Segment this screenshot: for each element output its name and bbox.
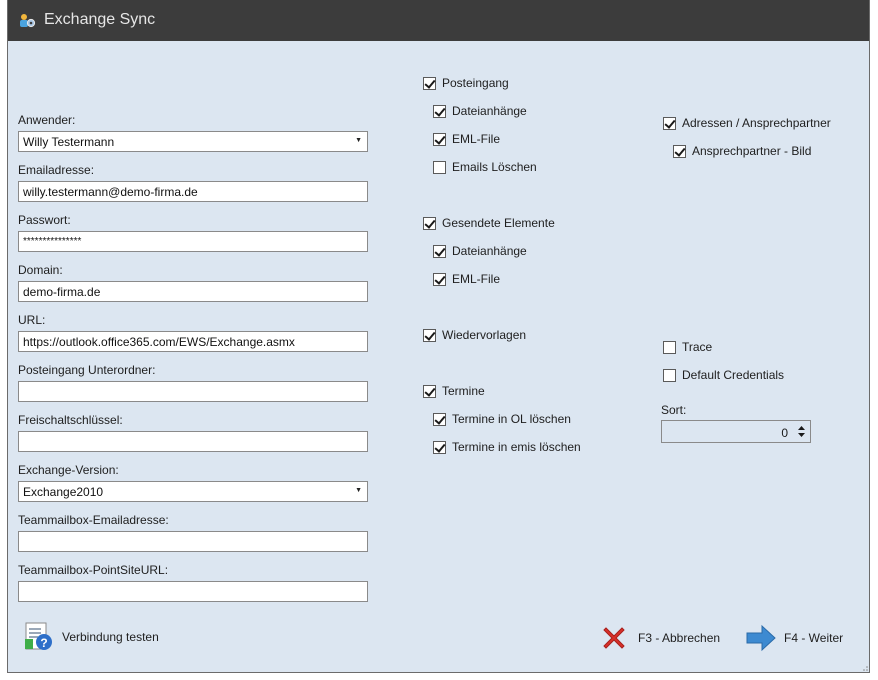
checkbox-box[interactable] xyxy=(433,104,446,118)
team-mailbox-url-label: Teammailbox-PointSiteURL: xyxy=(18,563,169,577)
team-mailbox-url-field[interactable] xyxy=(18,581,368,602)
sent-eml-label: EML-File xyxy=(452,272,501,286)
checkbox-box[interactable] xyxy=(433,412,446,426)
email-field[interactable]: willy.testermann@demo-firma.de xyxy=(18,181,368,202)
appointments-label: Termine xyxy=(442,384,485,398)
sent-attachments-checkbox[interactable]: Dateianhänge xyxy=(433,243,527,259)
license-key-label: Freischaltschlüssel: xyxy=(18,413,123,427)
window-title: Exchange Sync xyxy=(44,11,156,28)
team-mailbox-email-field[interactable] xyxy=(18,531,368,552)
inbox-attachments-label: Dateianhänge xyxy=(452,104,527,118)
next-label: F4 - Weiter xyxy=(784,631,844,645)
resize-grip-icon[interactable] xyxy=(859,662,869,672)
followups-label: Wiedervorlagen xyxy=(442,328,527,342)
team-mailbox-email-label: Teammailbox-Emailadresse: xyxy=(18,513,169,527)
checkbox-box[interactable] xyxy=(423,76,436,90)
test-connection-label: Verbindung testen xyxy=(62,630,159,644)
sent-label: Gesendete Elemente xyxy=(442,216,555,230)
exchange-version-select[interactable]: Exchange2010 xyxy=(18,481,368,502)
checkbox-box[interactable] xyxy=(433,244,446,258)
close-x-icon xyxy=(603,627,625,649)
addresses-checkbox[interactable]: Adressen / Ansprechpartner xyxy=(663,115,831,131)
appointments-checkbox[interactable]: Termine xyxy=(423,383,485,399)
user-select[interactable]: Willy Testermann xyxy=(18,131,368,152)
domain-label: Domain: xyxy=(18,263,63,277)
inbox-attachments-checkbox[interactable]: Dateianhänge xyxy=(433,103,527,119)
next-button[interactable]: F4 - Weiter xyxy=(746,624,843,652)
inbox-eml-label: EML-File xyxy=(452,132,501,146)
appt-delete-ol-checkbox[interactable]: Termine in OL löschen xyxy=(433,411,571,427)
appt-delete-emis-label: Termine in emis löschen xyxy=(452,440,581,454)
checkbox-box[interactable] xyxy=(433,440,446,454)
test-connection-button[interactable]: ? Verbindung testen xyxy=(22,620,159,654)
cancel-label: F3 - Abbrechen xyxy=(638,631,721,645)
checkbox-box[interactable] xyxy=(673,144,686,158)
password-label: Passwort: xyxy=(18,213,71,227)
appt-delete-emis-checkbox[interactable]: Termine in emis löschen xyxy=(433,439,581,455)
checkbox-box[interactable] xyxy=(433,272,446,286)
domain-field[interactable]: demo-firma.de xyxy=(18,281,368,302)
inbox-eml-checkbox[interactable]: EML-File xyxy=(433,131,500,147)
default-credentials-checkbox[interactable]: Default Credentials xyxy=(663,367,784,383)
inbox-subfolder-label: Posteingang Unterordner: xyxy=(18,363,156,377)
password-field[interactable]: *************** xyxy=(18,231,368,252)
checkbox-box[interactable] xyxy=(423,328,436,342)
sent-attachments-label: Dateianhänge xyxy=(452,244,527,258)
trace-label: Trace xyxy=(682,340,713,354)
checkbox-box[interactable] xyxy=(663,368,676,382)
inbox-delete-label: Emails Löschen xyxy=(452,160,537,174)
default-credentials-label: Default Credentials xyxy=(682,368,785,382)
trace-checkbox[interactable]: Trace xyxy=(663,339,712,355)
inbox-label: Posteingang xyxy=(442,76,509,90)
spinner-arrows-icon[interactable] xyxy=(797,424,806,439)
user-label: Anwender: xyxy=(18,113,76,127)
arrow-right-icon xyxy=(746,624,776,652)
inbox-delete-checkbox[interactable]: Emails Löschen xyxy=(433,159,537,175)
test-connection-icon: ? xyxy=(25,622,52,650)
email-label: Emailadresse: xyxy=(18,163,95,177)
svg-text:?: ? xyxy=(40,636,47,650)
sort-stepper[interactable]: 0 xyxy=(661,420,811,443)
checkbox-box[interactable] xyxy=(423,216,436,230)
appt-delete-ol-label: Termine in OL löschen xyxy=(452,412,571,426)
contact-image-label: Ansprechpartner - Bild xyxy=(692,144,812,158)
checkbox-box[interactable] xyxy=(433,132,446,146)
addresses-label: Adressen / Ansprechpartner xyxy=(682,116,831,130)
sort-value: 0 xyxy=(781,426,788,440)
sent-eml-checkbox[interactable]: EML-File xyxy=(433,271,500,287)
checkbox-box[interactable] xyxy=(663,340,676,354)
url-label: URL: xyxy=(18,313,46,327)
exchange-sync-window: Exchange Sync Anwender: Willy Testermann… xyxy=(7,0,870,673)
inbox-subfolder-field[interactable] xyxy=(18,381,368,402)
contact-image-checkbox[interactable]: Ansprechpartner - Bild xyxy=(673,143,811,159)
sort-label: Sort: xyxy=(661,403,687,417)
title-bar: Exchange Sync xyxy=(8,0,869,41)
followups-checkbox[interactable]: Wiedervorlagen xyxy=(423,327,526,343)
checkbox-box[interactable] xyxy=(433,160,446,174)
exchange-version-label: Exchange-Version: xyxy=(18,463,119,477)
sent-checkbox[interactable]: Gesendete Elemente xyxy=(423,215,555,231)
url-field[interactable]: https://outlook.office365.com/EWS/Exchan… xyxy=(18,331,368,352)
app-icon xyxy=(20,14,36,28)
checkbox-box[interactable] xyxy=(423,384,436,398)
inbox-checkbox[interactable]: Posteingang xyxy=(423,75,509,91)
checkbox-box[interactable] xyxy=(663,116,676,130)
cancel-button[interactable]: F3 - Abbrechen xyxy=(600,624,720,652)
license-key-field[interactable] xyxy=(18,431,368,452)
